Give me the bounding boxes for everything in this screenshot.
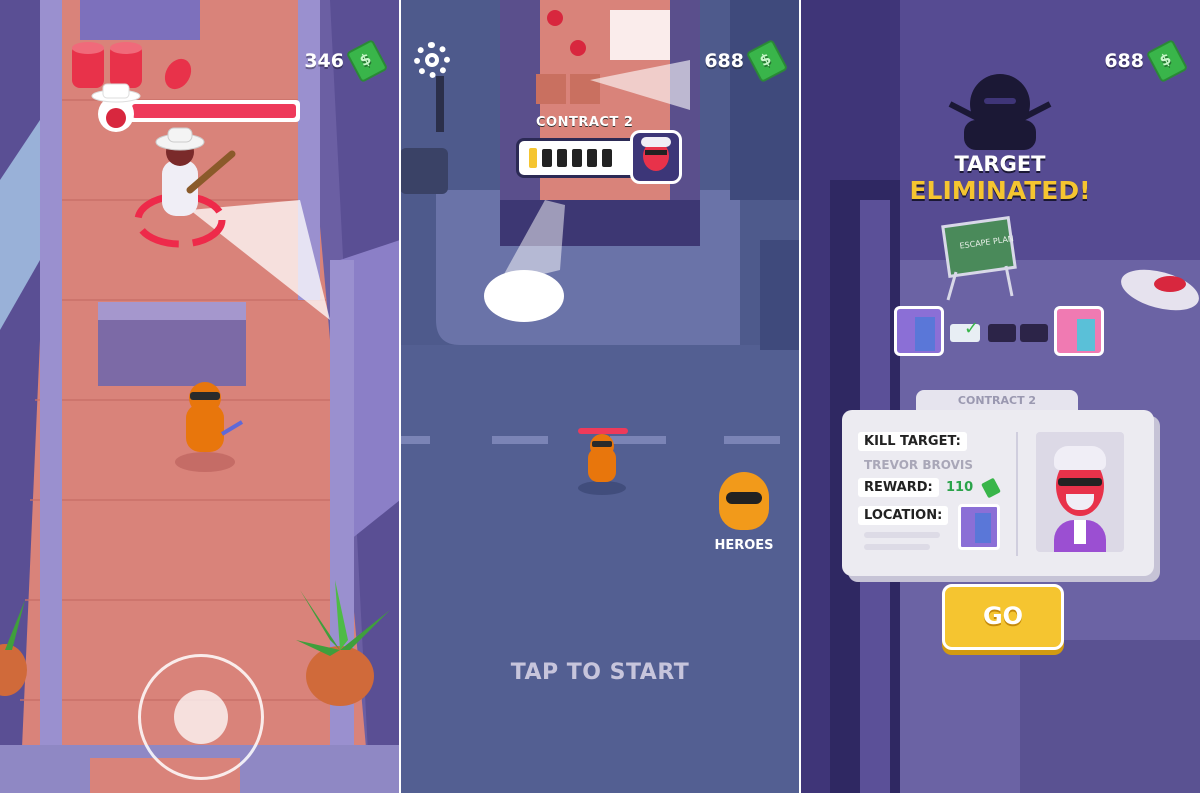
city-night-icon (894, 306, 944, 356)
coin-counter: 688 (1104, 38, 1189, 84)
stage-slot (1020, 324, 1048, 342)
contract-card: KILL TARGET: TREVOR BROVIS REWARD: 110 L… (842, 410, 1154, 576)
divider (1016, 432, 1018, 556)
reward-label: REWARD: (858, 478, 939, 497)
joystick-knob[interactable] (174, 690, 228, 744)
heroes-label: HEROES (714, 538, 774, 553)
go-button-label: GO (982, 602, 1024, 630)
gear-icon (425, 53, 439, 67)
location-city-icon (958, 504, 1000, 550)
eliminated-title: ELIMINATED! (909, 176, 1091, 205)
cash-icon (745, 38, 789, 84)
cash-icon (1145, 38, 1189, 84)
info-line (864, 544, 930, 550)
cash-check-icon: ✓ (950, 318, 980, 342)
coin-count: 346 (304, 50, 344, 72)
reward-value: 110 (946, 480, 974, 495)
coin-counter: 688 (704, 38, 789, 84)
stage-marker (542, 149, 552, 167)
contract-progress: CONTRACT 2 (516, 114, 686, 190)
location-label: LOCATION: (858, 506, 949, 525)
stage-marker (587, 149, 597, 167)
target-title: TARGET (954, 152, 1046, 176)
coin-counter: 346 (304, 38, 389, 84)
target-portrait (630, 130, 682, 184)
stage-marker (572, 149, 582, 167)
game-screenshot-collage: 346 $ 688 $ CONTRACT 2 HEROES TAP TO STA… (0, 0, 1200, 793)
target-eliminated-screen: ESCAPE PLAN 688 TARGET ELIMINATED! (800, 0, 1200, 793)
coin-count: 688 (1104, 50, 1144, 72)
kill-target-label: KILL TARGET: (858, 432, 967, 451)
coin-count: 688 (704, 50, 744, 72)
stage-slot (988, 324, 1016, 342)
level-progress: ✓ (892, 306, 1108, 360)
info-line (864, 532, 940, 538)
lobby-screen: 688 CONTRACT 2 HE (400, 0, 800, 793)
heroes-button[interactable]: HEROES (712, 472, 776, 564)
stage-marker (557, 149, 567, 167)
virtual-joystick[interactable] (138, 654, 264, 780)
city-sunset-icon (1054, 306, 1104, 356)
cash-icon (345, 38, 389, 84)
target-portrait (1036, 432, 1124, 552)
gameplay-screen-corridor: 346 (0, 0, 400, 793)
stage-marker (602, 149, 612, 167)
contract-stage-bar (516, 138, 642, 178)
ninja-head-icon (719, 472, 769, 530)
contract-label: CONTRACT 2 (536, 115, 634, 130)
panel-divider (399, 0, 401, 793)
tap-to-start-label[interactable]: TAP TO START (400, 660, 800, 685)
stage-marker-complete (529, 148, 537, 168)
target-name: TREVOR BROVIS (864, 458, 973, 472)
settings-button[interactable] (414, 42, 450, 78)
panel-divider (799, 0, 801, 793)
reward-cash-icon (981, 477, 1001, 499)
go-button[interactable]: GO (942, 584, 1064, 650)
